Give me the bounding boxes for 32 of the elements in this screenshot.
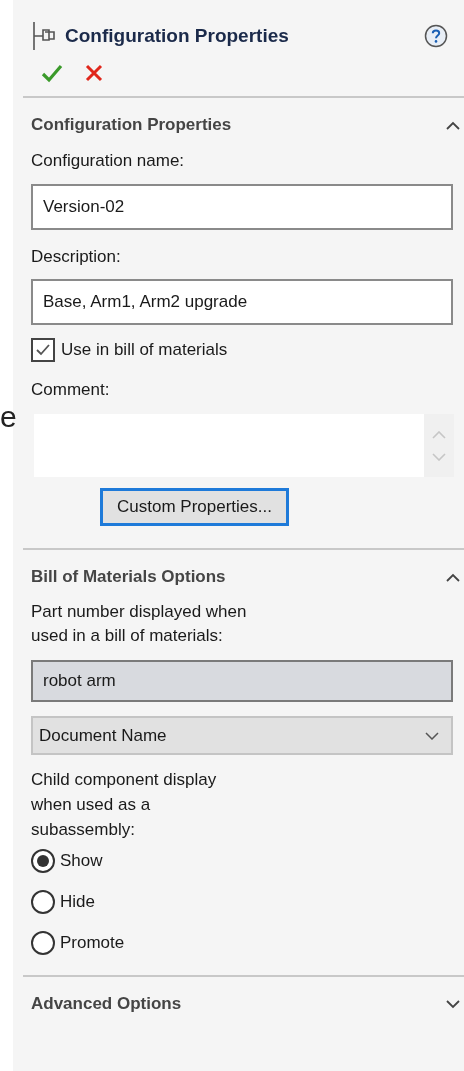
check-icon <box>35 342 51 357</box>
radio-label[interactable]: Promote <box>60 929 125 956</box>
description-field[interactable]: Base, Arm1, Arm2 upgrade <box>31 279 453 325</box>
cancel-icon[interactable] <box>85 64 103 82</box>
section-heading[interactable]: Configuration Properties <box>31 112 232 138</box>
field-label: Child component display when used as a subassembly: <box>31 769 218 841</box>
section-heading[interactable]: Advanced Options <box>31 991 182 1017</box>
panel-title: Configuration Properties <box>65 23 290 48</box>
radio-button[interactable] <box>31 848 55 873</box>
field-label: Part number displayed when used in a bill of materials: <box>31 601 248 647</box>
field-label: Configuration name: <box>31 150 186 172</box>
field-label: Description: <box>31 245 122 268</box>
comment-field[interactable] <box>34 414 454 477</box>
configuration-name-field[interactable]: Version-02 <box>31 183 453 230</box>
part-number-source-dropdown[interactable]: Document Name <box>31 716 453 755</box>
radio-button[interactable] <box>31 930 55 955</box>
collapse-icon[interactable] <box>446 120 460 130</box>
ok-check-icon[interactable] <box>41 63 63 83</box>
help-icon[interactable] <box>424 24 448 48</box>
part-number-field[interactable]: robot arm <box>31 660 453 702</box>
collapse-icon[interactable] <box>446 572 460 582</box>
radio-label[interactable]: Show <box>60 847 103 874</box>
background-text: e <box>0 402 17 432</box>
custom-properties-button[interactable]: Custom Properties... <box>100 488 289 526</box>
radio-button[interactable] <box>31 889 55 914</box>
radio-label[interactable]: Hide <box>60 888 95 915</box>
checkbox-label[interactable]: Use in bill of materials <box>61 337 228 363</box>
configuration-icon <box>31 20 57 52</box>
field-label: Comment: <box>31 378 111 401</box>
section-heading[interactable]: Bill of Materials Options <box>31 564 226 590</box>
checkbox[interactable] <box>31 337 55 362</box>
expand-icon[interactable] <box>446 999 460 1009</box>
